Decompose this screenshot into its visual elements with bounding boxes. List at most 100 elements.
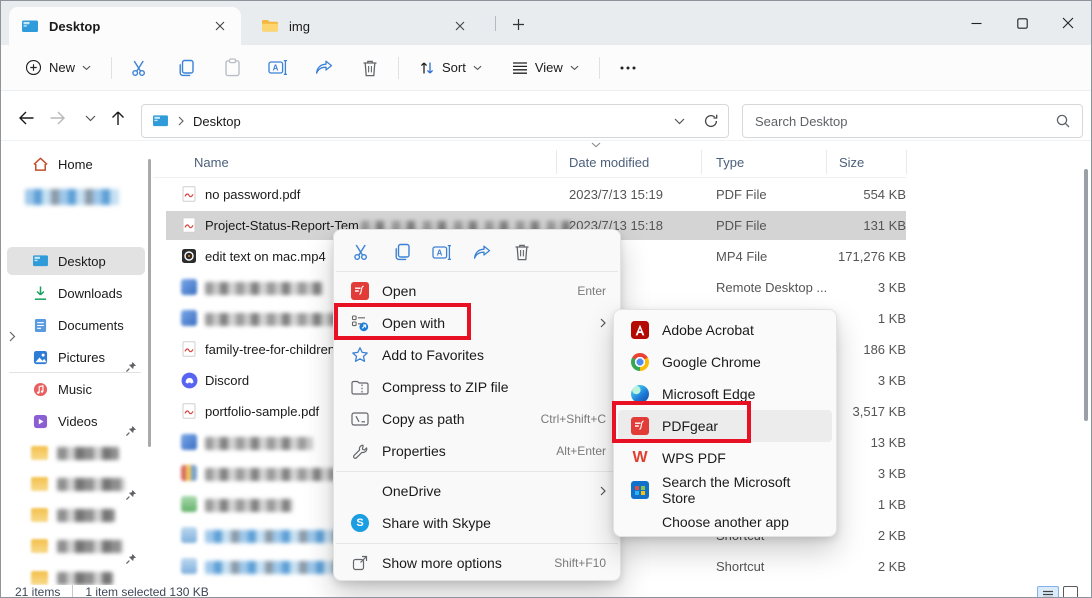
menu-item-label: Google Chrome bbox=[662, 354, 822, 370]
submenu-item-choose-another-app[interactable]: Choose another app bbox=[618, 506, 832, 538]
file-row[interactable]: no password.pdf 2023/7/13 15:19 PDF File… bbox=[153, 179, 906, 210]
tab-img[interactable]: img bbox=[249, 7, 481, 45]
column-header-type[interactable]: Type bbox=[716, 155, 744, 170]
copy-icon[interactable] bbox=[386, 237, 417, 267]
view-button[interactable]: View bbox=[504, 54, 587, 81]
tab-desktop[interactable]: Desktop bbox=[9, 7, 241, 45]
close-tab-icon[interactable] bbox=[449, 15, 471, 37]
folder-icon bbox=[31, 508, 48, 522]
paste-button[interactable] bbox=[216, 53, 248, 83]
redacted-file-icon bbox=[181, 434, 197, 450]
share-button[interactable] bbox=[308, 53, 340, 83]
submenu-item-google-chrome[interactable]: Google Chrome bbox=[618, 346, 832, 378]
column-header-size[interactable]: Size bbox=[839, 155, 864, 170]
details-view-button[interactable] bbox=[1037, 586, 1059, 598]
refresh-icon[interactable] bbox=[704, 114, 718, 128]
delete-icon[interactable] bbox=[506, 237, 537, 267]
media-file-icon bbox=[181, 248, 197, 264]
tab-label: img bbox=[289, 19, 439, 34]
context-menu-item-open[interactable]: Open Enter bbox=[338, 275, 616, 307]
submenu-item-wps-pdf[interactable]: W WPS PDF bbox=[618, 442, 832, 474]
column-divider[interactable] bbox=[701, 150, 702, 174]
submenu-item-pdfgear[interactable]: PDFgear bbox=[618, 410, 832, 442]
context-menu: A Open Enter Open with bbox=[333, 229, 621, 581]
context-menu-item-properties[interactable]: Properties Alt+Enter bbox=[338, 435, 616, 467]
sidebar-item-videos[interactable]: Videos bbox=[7, 407, 145, 435]
forward-button[interactable] bbox=[45, 105, 71, 131]
menu-item-label: Microsoft Edge bbox=[662, 386, 822, 402]
sidebar-item-redacted[interactable] bbox=[7, 501, 145, 529]
sidebar-item-redacted[interactable] bbox=[7, 439, 145, 467]
close-window-button[interactable] bbox=[1045, 1, 1091, 45]
rename-button[interactable]: A bbox=[262, 53, 294, 83]
submenu-item-adobe-acrobat[interactable]: Adobe Acrobat bbox=[618, 314, 832, 346]
recent-locations-chevron[interactable] bbox=[77, 105, 103, 131]
file-list-scrollbar[interactable] bbox=[1084, 169, 1088, 421]
context-menu-item-add-to-favorites[interactable]: Add to Favorites bbox=[338, 339, 616, 371]
new-tab-button[interactable] bbox=[505, 13, 531, 35]
file-size: 171,276 KB bbox=[771, 249, 906, 264]
context-menu-item-compress-zip[interactable]: Compress to ZIP file bbox=[338, 371, 616, 403]
address-dropdown-chevron[interactable] bbox=[674, 118, 685, 125]
icons-view-button[interactable] bbox=[1063, 586, 1078, 598]
rename-icon[interactable]: A bbox=[426, 237, 457, 267]
sidebar-item-documents[interactable]: Documents bbox=[7, 311, 145, 339]
sidebar-item-pictures[interactable]: Pictures bbox=[7, 343, 145, 371]
view-lines-icon bbox=[512, 61, 528, 75]
sidebar-item-redacted[interactable] bbox=[7, 470, 145, 498]
pdfgear-icon bbox=[348, 282, 372, 300]
maximize-button[interactable] bbox=[999, 1, 1045, 45]
search-icon[interactable] bbox=[1056, 114, 1070, 128]
address-bar[interactable]: Desktop bbox=[141, 104, 729, 138]
context-menu-item-share-with-skype[interactable]: S Share with Skype bbox=[338, 507, 616, 539]
column-header-name[interactable]: Name bbox=[194, 155, 229, 170]
column-divider[interactable] bbox=[556, 150, 557, 174]
sort-indicator-chevron-icon bbox=[591, 142, 601, 148]
downloads-icon bbox=[31, 285, 49, 301]
delete-button[interactable] bbox=[354, 53, 386, 83]
menu-item-label: Open bbox=[382, 283, 577, 299]
search-input[interactable] bbox=[755, 114, 1048, 129]
column-divider[interactable] bbox=[906, 150, 907, 174]
column-divider[interactable] bbox=[826, 150, 827, 174]
adobe-acrobat-icon bbox=[628, 321, 652, 339]
up-button[interactable] bbox=[105, 105, 131, 131]
new-button[interactable]: New bbox=[17, 53, 99, 82]
sort-button[interactable]: Sort bbox=[411, 54, 490, 82]
cut-icon[interactable] bbox=[346, 237, 377, 267]
status-bar: 21 items 1 item selected 130 KB bbox=[1, 585, 1091, 598]
sidebar-item-downloads[interactable]: Downloads bbox=[7, 279, 145, 307]
microsoft-edge-icon bbox=[628, 385, 652, 403]
sidebar-item-redacted[interactable] bbox=[7, 532, 145, 560]
submenu-item-search-microsoft-store[interactable]: Search the Microsoft Store bbox=[618, 474, 832, 506]
file-name: Discord bbox=[205, 373, 249, 388]
videos-icon bbox=[31, 414, 49, 429]
folder-icon bbox=[261, 19, 279, 33]
file-type: MP4 File bbox=[716, 249, 767, 264]
sidebar-item-home[interactable]: Home bbox=[7, 150, 145, 178]
share-icon[interactable] bbox=[466, 237, 497, 267]
sidebar-item-cloud-redacted[interactable] bbox=[7, 183, 145, 211]
column-header-date-modified[interactable]: Date modified bbox=[569, 155, 649, 170]
svg-text:A: A bbox=[273, 63, 279, 72]
redacted-text bbox=[57, 509, 115, 522]
file-name: family-tree-for-children.p bbox=[205, 342, 346, 357]
back-button[interactable] bbox=[13, 105, 39, 131]
close-tab-icon[interactable] bbox=[209, 15, 231, 37]
copy-button[interactable] bbox=[170, 53, 202, 83]
context-menu-item-open-with[interactable]: Open with bbox=[338, 307, 616, 339]
sidebar-item-desktop[interactable]: Desktop bbox=[7, 247, 145, 275]
redacted-text bbox=[57, 447, 119, 460]
sidebar-item-music[interactable]: Music bbox=[7, 375, 145, 403]
breadcrumb[interactable]: Desktop bbox=[193, 114, 241, 129]
context-menu-item-onedrive[interactable]: OneDrive bbox=[338, 475, 616, 507]
sidebar-item-label: Desktop bbox=[58, 254, 106, 269]
cut-button[interactable] bbox=[124, 53, 156, 83]
context-menu-item-show-more-options[interactable]: Show more options Shift+F10 bbox=[338, 547, 616, 579]
pdf-file-icon bbox=[181, 341, 197, 357]
submenu-item-microsoft-edge[interactable]: Microsoft Edge bbox=[618, 378, 832, 410]
more-options-button[interactable] bbox=[612, 53, 644, 83]
sidebar-scrollbar[interactable] bbox=[148, 159, 151, 447]
context-menu-item-copy-as-path[interactable]: Copy as path Ctrl+Shift+C bbox=[338, 403, 616, 435]
minimize-button[interactable] bbox=[953, 1, 999, 45]
